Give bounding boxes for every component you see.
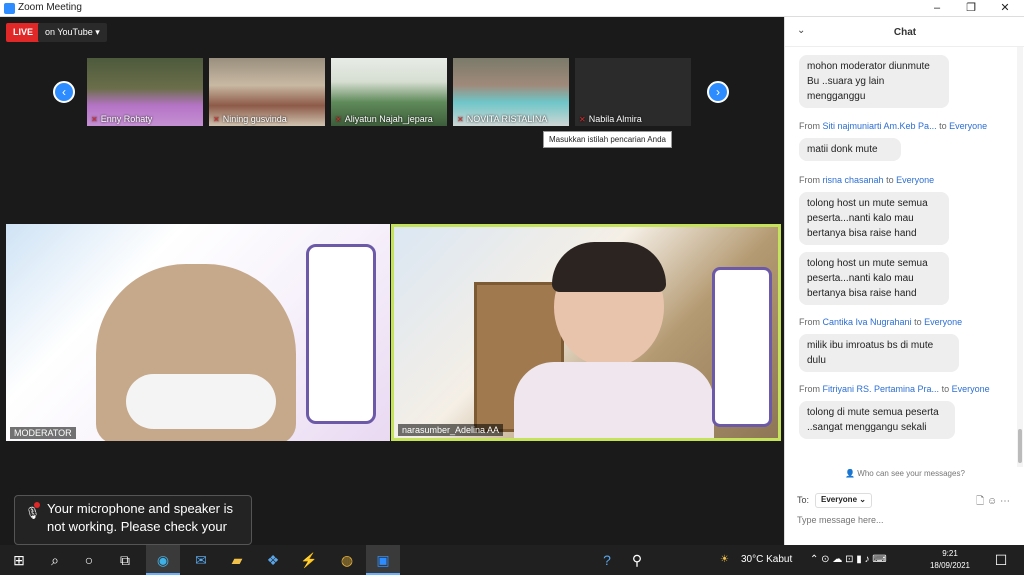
more-icon[interactable]: ⋯ bbox=[1000, 496, 1010, 507]
chat-message: tolong host un mute semua peserta...nant… bbox=[799, 192, 949, 245]
participant-name: ✕ Aliyatun Najah_jepara bbox=[335, 114, 433, 124]
participant-thumbnail[interactable]: ✕ Enny Rohaty bbox=[87, 58, 203, 126]
emoji-icon[interactable]: ☺ bbox=[987, 496, 997, 507]
speaker-video[interactable]: narasumber_Adelina AA bbox=[391, 224, 781, 441]
speaker-panel bbox=[712, 267, 772, 427]
windows-taskbar: ⊞ ⌕ ○ ⧉ ◉ ✉ ▰ ❖ ⚡ ◍ ▣ ? ⚲ ☀ 30°C Kabut ⌃… bbox=[0, 545, 1024, 575]
chat-sender-line: From risna chasanah to Everyone bbox=[799, 175, 935, 185]
chat-message: mohon moderator diunmute Bu ..suara yg l… bbox=[799, 55, 949, 108]
notification-icon[interactable]: ☐ bbox=[984, 545, 1018, 575]
chat-header: ⌄ Chat bbox=[785, 17, 1024, 47]
speaker-hair bbox=[552, 242, 666, 292]
zoom-taskbar-icon[interactable]: ▣ bbox=[366, 545, 400, 575]
muted-mic-icon: ✕ bbox=[335, 115, 342, 124]
people-search-icon[interactable]: ⚲ bbox=[620, 545, 654, 575]
recipient-name[interactable]: Everyone bbox=[896, 175, 934, 185]
chrome-icon[interactable]: ◍ bbox=[330, 545, 364, 575]
moderator-video[interactable]: MODERATOR bbox=[6, 224, 390, 441]
chat-panel: ⌄ Chat mohon moderator diunmute Bu ..sua… bbox=[784, 17, 1024, 545]
muted-mic-icon: ✕ bbox=[213, 115, 220, 124]
participant-thumbnail[interactable]: ✕ Nining gusvinda bbox=[209, 58, 325, 126]
help-icon[interactable]: ? bbox=[590, 545, 624, 575]
who-can-see-link[interactable]: 👤 Who can see your messages? bbox=[785, 469, 1024, 478]
speaker-panel bbox=[306, 244, 376, 424]
participant-thumbnail[interactable]: ✕ NOVITA RISTALINA bbox=[453, 58, 569, 126]
system-tray-icons[interactable]: ⌃ ⊙ ☁ ⊡ ▮ ♪ ⌨ bbox=[810, 554, 887, 565]
live-badge[interactable]: LIVE bbox=[6, 23, 41, 42]
chat-message: tolong host un mute semua peserta...nant… bbox=[799, 252, 949, 305]
scrollbar-thumb[interactable] bbox=[1018, 429, 1022, 463]
meeting-area: LIVE on YouTube ▾ ‹ › ✕ Enny Rohaty ✕ Nini… bbox=[0, 17, 784, 545]
cortana-icon[interactable]: ○ bbox=[72, 545, 106, 575]
chat-scrollbar[interactable] bbox=[1017, 47, 1023, 467]
edge-browser-icon[interactable]: ◉ bbox=[146, 545, 180, 575]
task-view-icon[interactable]: ⧉ bbox=[108, 545, 142, 575]
recipient-name[interactable]: Everyone bbox=[949, 121, 987, 131]
muted-mic-icon: ✕ bbox=[457, 115, 464, 124]
chat-sender-line: From Fitriyani RS. Pertamina Pra... to E… bbox=[799, 384, 990, 394]
alert-dot bbox=[34, 502, 40, 508]
participant-name: ✕ NOVITA RISTALINA bbox=[457, 114, 548, 124]
sender-name[interactable]: Cantika Iva Nugrahani bbox=[823, 317, 912, 327]
chat-message-input[interactable] bbox=[797, 515, 1007, 525]
participant-name: ✕ Nabila Almira bbox=[579, 114, 642, 124]
to-label: To: bbox=[797, 495, 810, 505]
speaker-body bbox=[514, 362, 714, 438]
chat-sender-line: From Cantika Iva Nugrahani to Everyone bbox=[799, 317, 963, 327]
mail-icon[interactable]: ✉ bbox=[184, 545, 218, 575]
file-explorer-icon[interactable]: ▰ bbox=[220, 545, 254, 575]
chat-message: tolong di mute semua peserta ..sangat me… bbox=[799, 401, 955, 439]
window-titlebar: Zoom Meeting – ❐ ✕ bbox=[0, 0, 1024, 17]
sender-name[interactable]: Siti najmuniarti Am.Keb Pa... bbox=[823, 121, 937, 131]
audio-warning-text: Your microphone and speaker is not worki… bbox=[47, 501, 233, 534]
file-icon[interactable]: 🗋 bbox=[976, 496, 984, 507]
muted-mic-icon: ✕ bbox=[91, 115, 98, 124]
participant-thumbnail[interactable]: ✕ Nabila Almira bbox=[575, 58, 691, 126]
windows-start-icon[interactable]: ⊞ bbox=[2, 545, 36, 575]
chat-title: Chat bbox=[893, 27, 917, 38]
sender-name[interactable]: risna chasanah bbox=[823, 175, 884, 185]
speaker-label: narasumber_Adelina AA bbox=[398, 424, 504, 436]
weather-icon[interactable]: ☀ bbox=[720, 554, 729, 565]
muted-mic-icon: ✕ bbox=[579, 115, 586, 124]
recipient-select[interactable]: Everyone ⌄ bbox=[815, 493, 872, 508]
gallery-next-button[interactable]: › bbox=[707, 81, 729, 103]
participant-name: ✕ Nining gusvinda bbox=[213, 114, 287, 124]
face-mask bbox=[126, 374, 276, 429]
youtube-stream-dropdown[interactable]: on YouTube ▾ bbox=[38, 23, 107, 42]
recipient-name[interactable]: Everyone bbox=[952, 384, 990, 394]
chat-message: matii donk mute bbox=[799, 138, 901, 161]
moderator-label: MODERATOR bbox=[10, 427, 76, 439]
participant-thumbnail[interactable]: ✕ Aliyatun Najah_jepara bbox=[331, 58, 447, 126]
clock-time: 9:21 bbox=[942, 549, 958, 558]
close-button[interactable]: ✕ bbox=[988, 0, 1022, 17]
audio-warning-notice[interactable]: 🎙 Your microphone and speaker is not wor… bbox=[14, 495, 252, 545]
sender-name[interactable]: Fitriyani RS. Pertamina Pra... bbox=[823, 384, 940, 394]
system-clock[interactable]: 9:21 18/09/2021 bbox=[928, 548, 972, 572]
minimize-button[interactable]: – bbox=[920, 0, 954, 17]
chat-messages: mohon moderator diunmute Bu ..suara yg l… bbox=[785, 47, 1017, 467]
flash-icon[interactable]: ⚡ bbox=[292, 545, 326, 575]
gallery-prev-button[interactable]: ‹ bbox=[53, 81, 75, 103]
chat-tools: 🗋 ☺ ⋯ bbox=[976, 494, 1010, 511]
chat-sender-line: From Siti najmuniarti Am.Keb Pa... to Ev… bbox=[799, 121, 988, 131]
recipient-name[interactable]: Everyone bbox=[924, 317, 962, 327]
zoom-app-icon bbox=[4, 3, 15, 14]
search-tooltip: Masukkan istilah pencarian Anda bbox=[543, 131, 672, 148]
people-icon: 👤 bbox=[845, 469, 858, 478]
maximize-button[interactable]: ❐ bbox=[954, 0, 988, 17]
dropbox-icon[interactable]: ❖ bbox=[256, 545, 290, 575]
window-title: Zoom Meeting bbox=[18, 2, 82, 13]
clock-date: 18/09/2021 bbox=[929, 561, 971, 570]
chat-message: milik ibu imroatus bs di mute dulu bbox=[799, 334, 959, 372]
weather-text[interactable]: 30°C Kabut bbox=[741, 554, 792, 565]
search-icon[interactable]: ⌕ bbox=[38, 545, 72, 575]
participant-name: ✕ Enny Rohaty bbox=[91, 114, 153, 124]
